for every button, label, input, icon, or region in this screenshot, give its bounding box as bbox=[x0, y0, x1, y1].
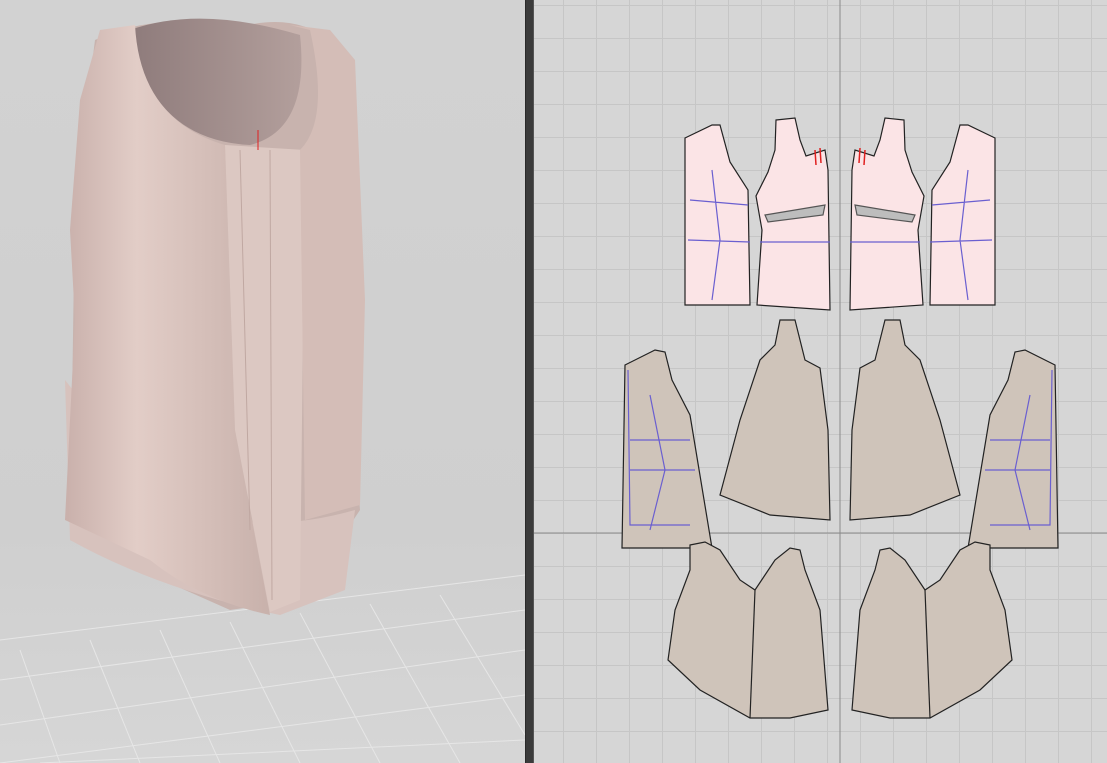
viewport-splitter[interactable] bbox=[525, 0, 534, 763]
pattern-piece-hem-yoke bbox=[667, 541, 829, 719]
3d-viewport[interactable] bbox=[0, 0, 525, 763]
pattern-piece-side-panel bbox=[621, 349, 713, 549]
mirrored-pattern-pieces bbox=[849, 117, 1059, 719]
3d-scene bbox=[0, 18, 525, 763]
pattern-piece-front-drape bbox=[719, 319, 831, 521]
pattern-canvas bbox=[534, 0, 1107, 763]
2d-pattern-viewport[interactable] bbox=[534, 0, 1107, 763]
